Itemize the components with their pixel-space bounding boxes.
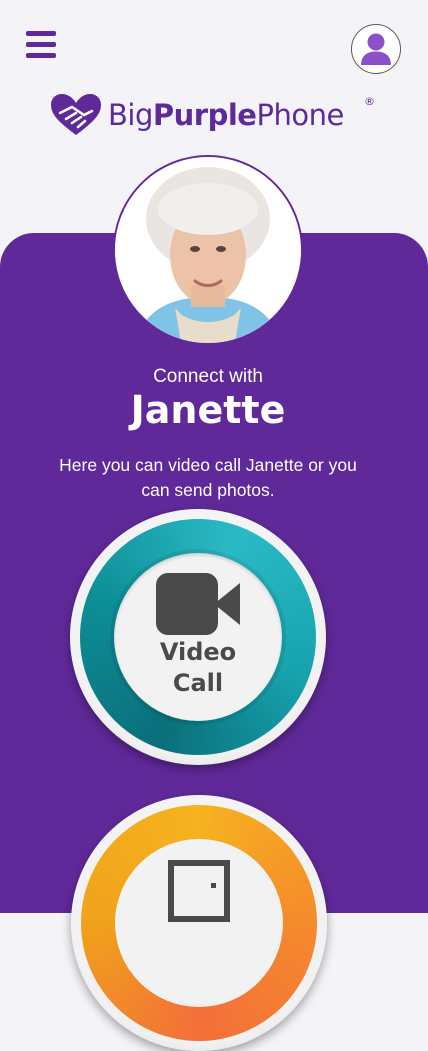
video-call-ring: Video Call [80,519,316,755]
photo-frame-icon [168,860,230,922]
video-call-button[interactable]: Video Call [70,509,326,765]
profile-button[interactable] [351,24,401,74]
menu-button[interactable] [26,31,56,61]
registered-mark: ® [364,95,375,108]
contact-description: Here you can video call Janette or you c… [59,455,357,500]
brand-logo: BigPurplePhone [50,92,344,138]
contact-photo [113,155,303,345]
brand-name: BigPurplePhone [108,98,344,132]
heart-hands-icon [51,94,101,135]
hamburger-menu-icon [26,31,56,36]
send-photos-button[interactable] [71,795,327,1051]
video-call-label: Video Call [159,638,237,697]
contact-name: Janette [130,388,286,432]
connect-label: Connect with [153,366,263,387]
video-camera-icon [156,573,240,635]
send-photos-ring [81,805,317,1041]
user-profile-icon [361,33,391,65]
